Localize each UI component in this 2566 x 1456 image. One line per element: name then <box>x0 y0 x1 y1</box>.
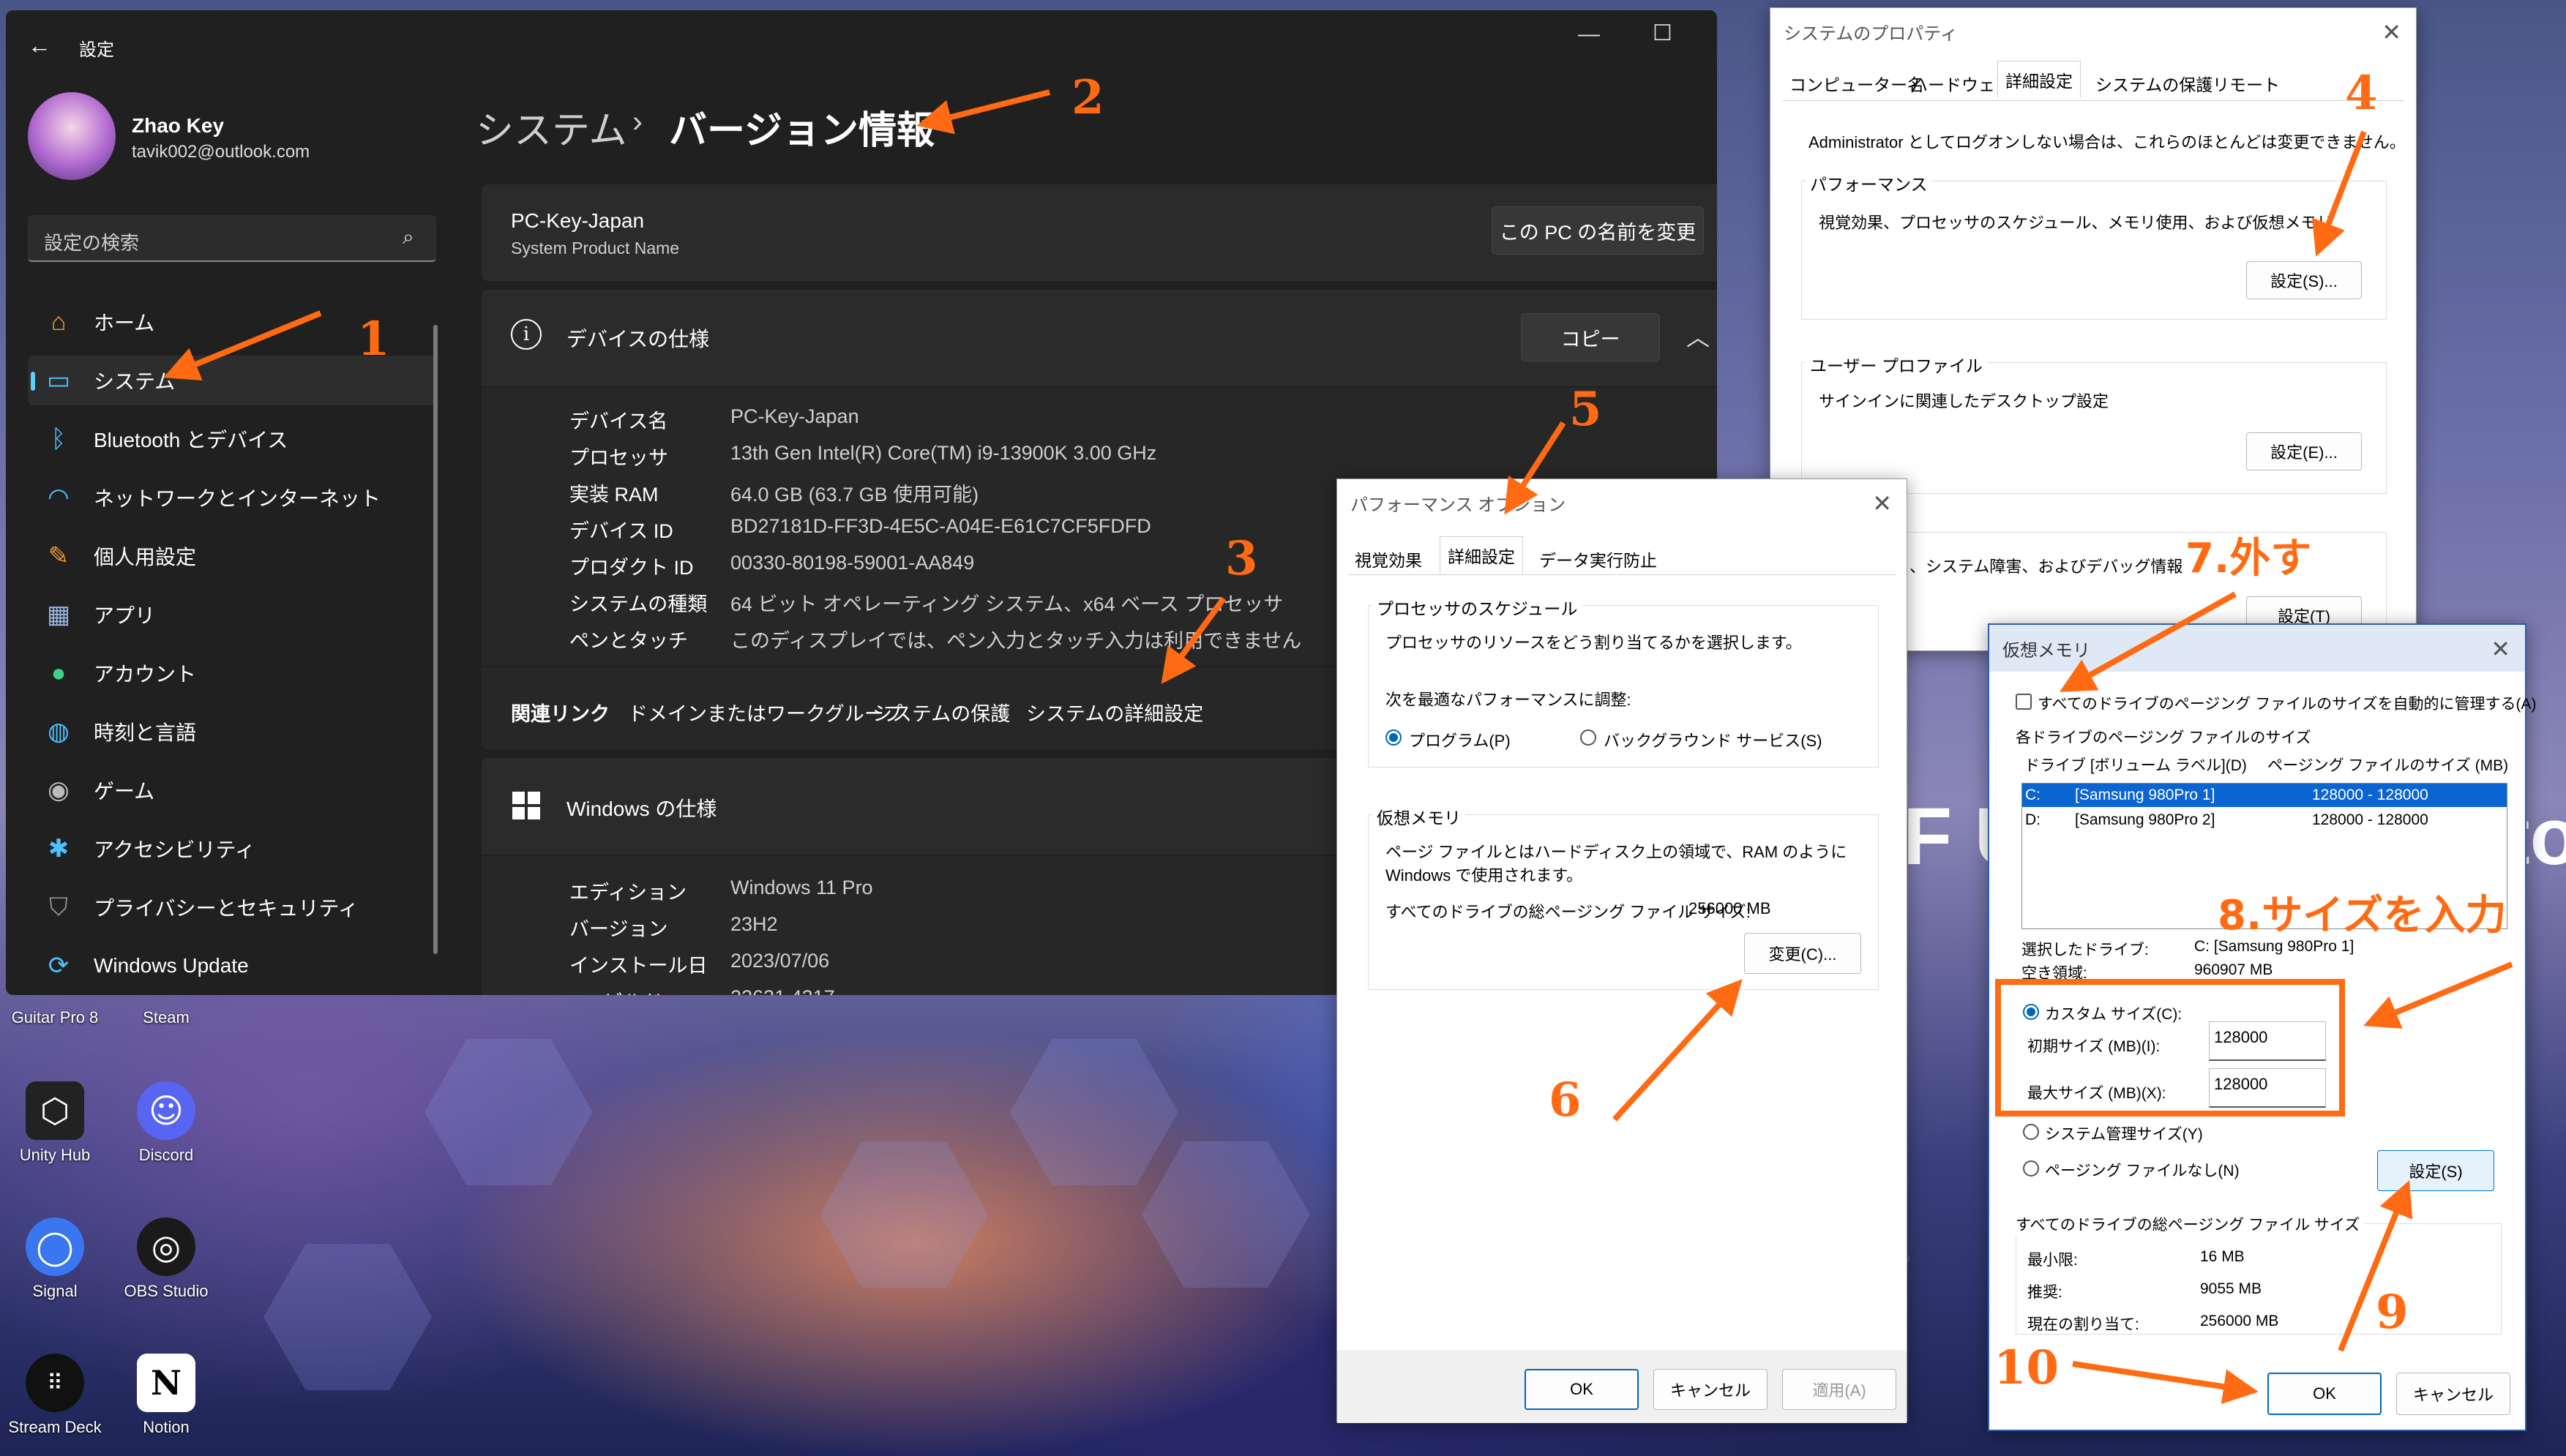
annotation-arrow-3 <box>1161 596 1227 684</box>
annotation-arrow-7 <box>2060 591 2237 692</box>
annotation-arrow-8 <box>2363 961 2513 1029</box>
annotation-arrow-5 <box>1504 421 1566 515</box>
annotation-arrow-1 <box>163 310 322 381</box>
annotation-label-6: 6 <box>1549 1073 1582 1127</box>
annotation-label-4: 4 <box>2345 66 2378 121</box>
annotation-label-2: 2 <box>1071 70 1104 125</box>
annotation-arrow-2 <box>916 89 1050 135</box>
annotation-label-7: 7.外す <box>2185 535 2312 582</box>
annotation-label-9: 9 <box>2376 1285 2409 1340</box>
annotation-label-5: 5 <box>1569 382 1602 437</box>
annotation-label-1: 1 <box>357 312 390 367</box>
annotation-overlay <box>163 89 2513 1404</box>
annotation-arrow-6 <box>1612 979 1743 1122</box>
annotation-label-3: 3 <box>1225 531 1258 586</box>
annotation-label-10: 10 <box>1994 1340 2060 1395</box>
annotation-highlight-box <box>1995 979 2345 1117</box>
annotation-arrow-4 <box>2312 130 2367 257</box>
annotation-label-8: 8.サイズを入力 <box>2218 892 2507 939</box>
annotation-arrow-10 <box>2072 1361 2259 1404</box>
